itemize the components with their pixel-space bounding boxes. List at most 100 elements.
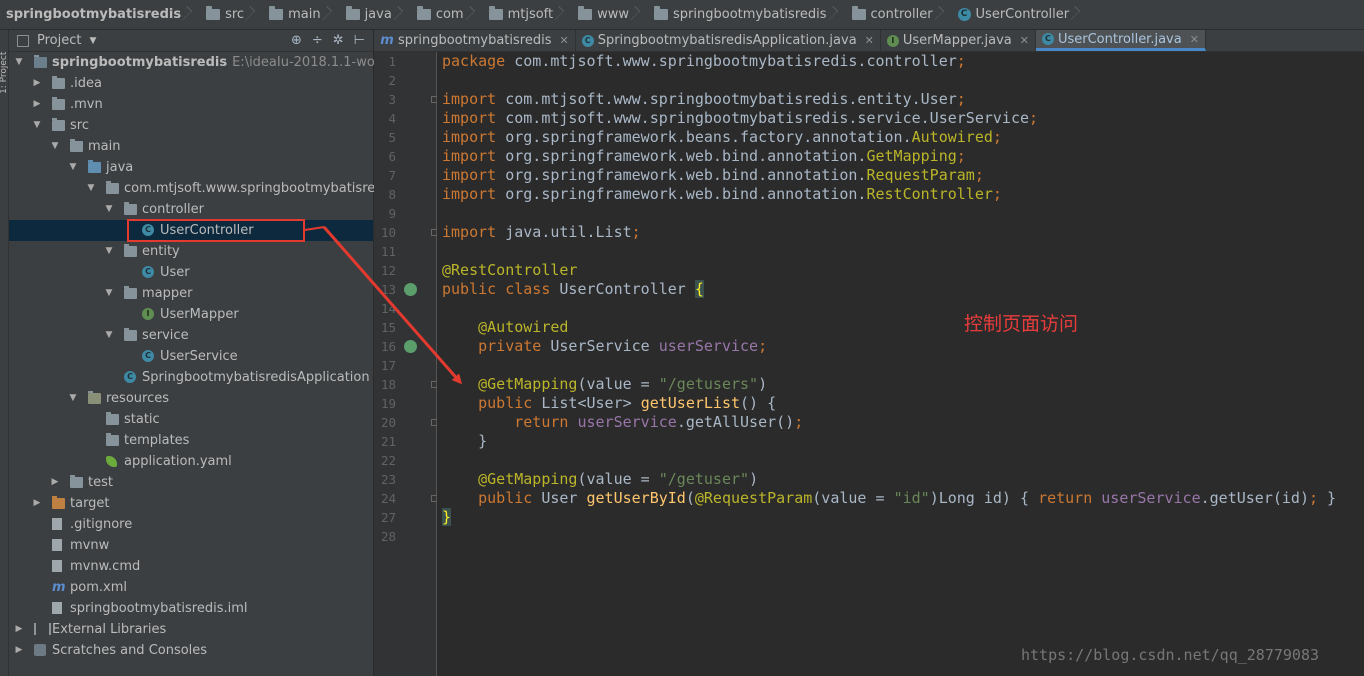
- close-icon[interactable]: ✕: [559, 34, 568, 47]
- editor-tab[interactable]: m springbootmybatisredis ✕: [374, 30, 576, 51]
- tree-item[interactable]: ▼ java: [9, 157, 373, 178]
- tree-item[interactable]: ▶ External Libraries: [9, 619, 373, 640]
- tree-item[interactable]: C SpringbootmybatisredisApplication: [9, 367, 373, 388]
- editor-tab[interactable]: I UserMapper.java ✕: [881, 30, 1036, 51]
- gear-icon[interactable]: ✲: [333, 33, 344, 48]
- tree-item[interactable]: static: [9, 409, 373, 430]
- line-number: 12: [380, 263, 396, 278]
- tree-item-label: mapper: [142, 286, 193, 301]
- tree-item-label: .mvn: [70, 97, 103, 112]
- tree-item[interactable]: ▶ test: [9, 472, 373, 493]
- tree-item-label: User: [160, 265, 190, 280]
- chevron-down-icon[interactable]: ▼: [68, 388, 78, 409]
- breadcrumb-item[interactable]: springbootmybatisredis: [0, 0, 200, 29]
- tree-item[interactable]: .gitignore: [9, 514, 373, 535]
- tree-item[interactable]: mvnw.cmd: [9, 556, 373, 577]
- tree-item[interactable]: springbootmybatisredis.iml: [9, 598, 373, 619]
- collapse-icon[interactable]: ÷: [312, 33, 323, 48]
- code-editor[interactable]: package com.mtjsoft.www.springbootmybati…: [437, 52, 1364, 676]
- chevron-down-icon[interactable]: ▼: [104, 199, 114, 220]
- breadcrumb-item[interactable]: www: [572, 0, 648, 29]
- code-token: ;: [992, 128, 1002, 146]
- code-token: User: [541, 489, 587, 507]
- package-icon: [124, 244, 137, 257]
- breadcrumb-item[interactable]: mtjsoft: [483, 0, 573, 29]
- chevron-right-icon[interactable]: ▶: [50, 472, 60, 493]
- chevron-down-icon[interactable]: ▼: [104, 325, 114, 346]
- tree-item[interactable]: m pom.xml: [9, 577, 373, 598]
- chevron-down-icon[interactable]: ▼: [104, 283, 114, 304]
- close-icon[interactable]: ✕: [865, 34, 874, 47]
- tree-item[interactable]: ▼ src: [9, 115, 373, 136]
- breadcrumb-item[interactable]: com: [411, 0, 483, 29]
- chevron-down-icon[interactable]: ▼: [86, 178, 96, 199]
- code-token: ): [749, 470, 759, 488]
- close-icon[interactable]: ✕: [1020, 34, 1029, 47]
- code-token: return: [514, 413, 578, 431]
- tree-item[interactable]: ▼ mapper: [9, 283, 373, 304]
- tree-item[interactable]: C UserService: [9, 346, 373, 367]
- line-number: 17: [380, 358, 396, 373]
- tree-item[interactable]: ▼ springbootmybatisredis E:\ideaIu-2018.1.…: [9, 52, 424, 73]
- close-icon[interactable]: ✕: [1190, 33, 1199, 46]
- tree-item[interactable]: C User: [9, 262, 373, 283]
- chevron-down-icon[interactable]: ▼: [50, 136, 60, 157]
- tree-item[interactable]: ▶ target: [9, 493, 373, 514]
- tree-item[interactable]: ▼ com.mtjsoft.www.springbootmybatisredis: [9, 178, 394, 199]
- project-tool-tab[interactable]: 1: Project: [0, 34, 9, 94]
- chevron-right-icon[interactable]: ▶: [32, 94, 42, 115]
- tree-item[interactable]: ▼ resources: [9, 388, 373, 409]
- chevron-down-icon[interactable]: ▼: [32, 115, 42, 136]
- tree-item[interactable]: application.yaml: [9, 451, 373, 472]
- chevron-right-icon[interactable]: ▶: [14, 619, 24, 640]
- code-token: ;: [974, 166, 984, 184]
- breadcrumb-separator: [398, 0, 407, 29]
- code-line: import org.springframework.web.bind.anno…: [442, 166, 984, 185]
- breadcrumb-item[interactable]: java: [340, 0, 411, 29]
- chevron-down-icon[interactable]: ▼: [14, 52, 24, 73]
- hide-icon[interactable]: ⊢: [354, 33, 365, 48]
- editor-tab[interactable]: C SpringbootmybatisredisApplication.java ✕: [576, 30, 881, 51]
- package-icon: [106, 181, 119, 194]
- breadcrumb-item[interactable]: springbootmybatisredis: [648, 0, 845, 29]
- line-number: 15: [380, 320, 396, 335]
- breadcrumb-item[interactable]: main: [263, 0, 339, 29]
- spring-bean-icon[interactable]: [404, 340, 417, 353]
- chevron-right-icon[interactable]: ▶: [32, 73, 42, 94]
- chevron-right-icon[interactable]: ▶: [14, 640, 24, 661]
- code-line: @Autowired: [442, 318, 568, 337]
- code-token: getUserList: [640, 394, 741, 412]
- tree-item[interactable]: templates: [9, 430, 373, 451]
- tree-item[interactable]: I UserMapper: [9, 304, 373, 325]
- tree-item[interactable]: mvnw: [9, 535, 373, 556]
- code-token: @GetMapping: [478, 375, 578, 393]
- breadcrumb-item[interactable]: C UserController: [952, 0, 1089, 29]
- tree-item[interactable]: ▼ controller: [9, 199, 373, 220]
- editor-tab[interactable]: C UserController.java ✕: [1035, 30, 1206, 51]
- breadcrumb-item[interactable]: controller: [846, 0, 952, 29]
- project-view-selector[interactable]: Project ▼: [17, 33, 96, 48]
- tree-item[interactable]: ▼ entity: [9, 241, 373, 262]
- tree-item[interactable]: ▶ .mvn: [9, 94, 373, 115]
- code-line: package com.mtjsoft.www.springbootmybati…: [442, 52, 966, 71]
- code-token: @Autowired: [478, 318, 569, 336]
- chevron-down-icon[interactable]: ▼: [68, 157, 78, 178]
- sync-icon[interactable]: ⊕: [291, 33, 302, 48]
- code-token: ;: [794, 413, 804, 431]
- chevron-right-icon[interactable]: ▶: [32, 493, 42, 514]
- tree-item[interactable]: ▶ .idea: [9, 73, 373, 94]
- spring-bean-icon[interactable]: [404, 283, 417, 296]
- tree-item[interactable]: ▶ Scratches and Consoles: [9, 640, 373, 661]
- tree-item[interactable]: ▼ service: [9, 325, 373, 346]
- code-line: import org.springframework.beans.factory…: [442, 128, 1002, 147]
- tree-item-label: com.mtjsoft.www.springbootmybatisredis: [124, 181, 394, 196]
- breadcrumb-item[interactable]: src: [200, 0, 263, 29]
- editor-tab-label: UserMapper.java: [902, 33, 1012, 48]
- chevron-down-icon[interactable]: ▼: [104, 241, 114, 262]
- project-toolbar: Project ▼ ⊕ ÷ ✲ ⊢: [9, 30, 373, 52]
- tree-item[interactable]: ▼ main: [9, 136, 373, 157]
- code-token: (value =: [812, 489, 894, 507]
- breadcrumb-label: mtjsoft: [507, 7, 554, 22]
- breadcrumb-separator: [327, 0, 336, 29]
